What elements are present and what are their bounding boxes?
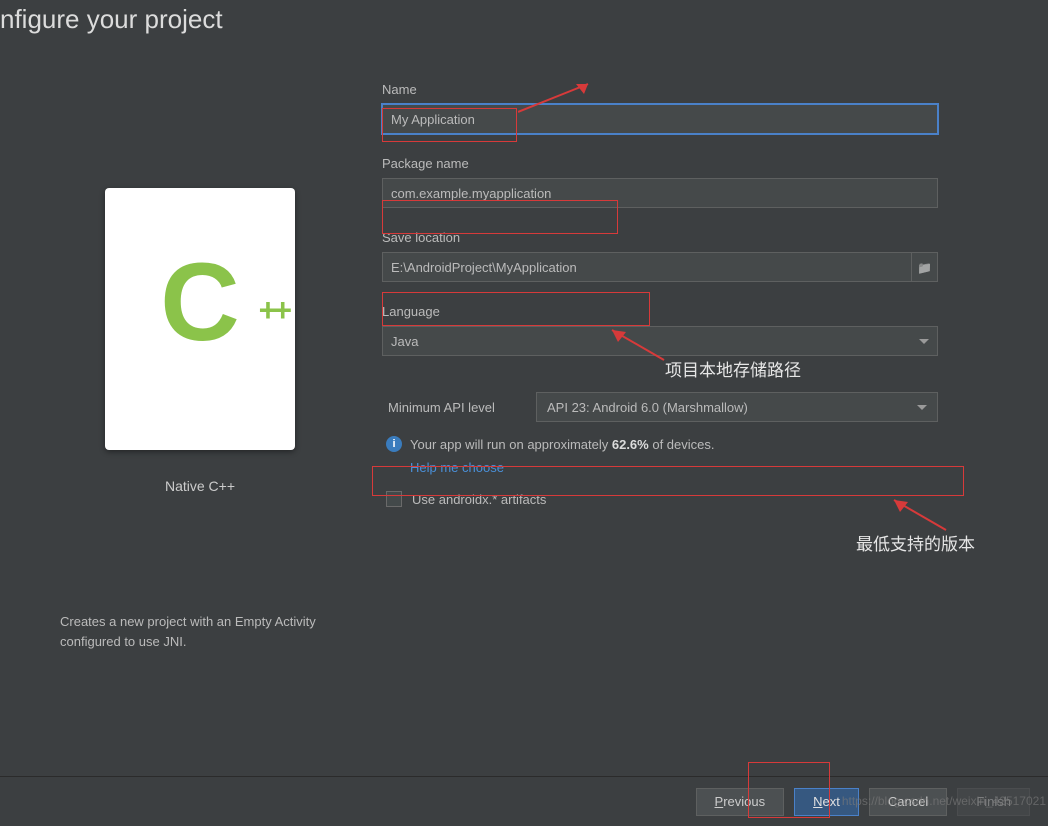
api-label: Minimum API level (382, 392, 536, 422)
name-label: Name (382, 82, 938, 97)
location-label: Save location (382, 230, 938, 245)
help-me-choose-link[interactable]: Help me choose (410, 460, 938, 475)
chevron-down-icon (917, 405, 927, 410)
package-label: Package name (382, 156, 938, 171)
device-info-text: Your app will run on approximately 62.6%… (410, 437, 715, 452)
device-info-row: i Your app will run on approximately 62.… (382, 436, 938, 452)
language-label: Language (382, 304, 938, 319)
name-field: Name (382, 82, 938, 134)
name-input[interactable] (382, 104, 938, 134)
watermark: https://blog.csdn.net/weixin_42517021 (842, 794, 1046, 808)
template-card: C ++ (105, 188, 295, 450)
info-icon: i (386, 436, 402, 452)
cpp-logo-icon: C ++ (140, 259, 260, 379)
page-title: nfigure your project (0, 4, 223, 35)
androidx-checkbox[interactable] (386, 491, 402, 507)
folder-icon (917, 260, 932, 275)
api-field: Minimum API level API 23: Android 6.0 (M… (382, 392, 938, 422)
template-preview: C ++ Native C++ (60, 188, 340, 494)
browse-folder-button[interactable] (912, 252, 938, 282)
androidx-row: Use androidx.* artifacts (382, 491, 938, 507)
language-field: Language Java (382, 304, 938, 356)
chevron-down-icon (919, 339, 929, 344)
androidx-label: Use androidx.* artifacts (412, 492, 546, 507)
package-field: Package name (382, 156, 938, 208)
annotation-text-api: 最低支持的版本 (856, 530, 975, 555)
language-select[interactable]: Java (382, 326, 938, 356)
language-value: Java (391, 334, 418, 349)
api-value: API 23: Android 6.0 (Marshmallow) (547, 400, 748, 415)
api-select[interactable]: API 23: Android 6.0 (Marshmallow) (536, 392, 938, 422)
previous-button[interactable]: Previous (696, 788, 785, 816)
project-form: Name Package name Save location Language… (382, 82, 938, 507)
template-name: Native C++ (60, 478, 340, 494)
location-field: Save location (382, 230, 938, 282)
location-input[interactable] (382, 252, 912, 282)
package-input[interactable] (382, 178, 938, 208)
template-description: Creates a new project with an Empty Acti… (60, 612, 360, 651)
